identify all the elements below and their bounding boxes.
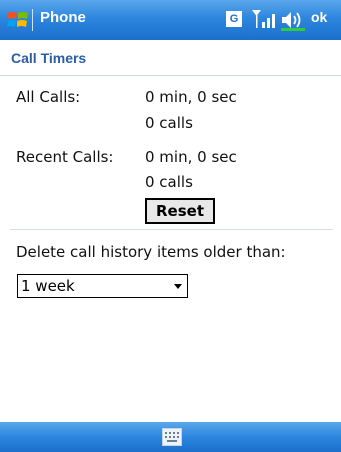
recent-calls-label: Recent Calls: [16,148,114,166]
volume-icon[interactable] [281,9,305,31]
all-calls-count: 0 calls [145,114,193,132]
title-bar: Phone G ok [0,0,341,40]
network-type-badge[interactable]: G [226,11,242,27]
history-age-value: 1 week [21,277,75,295]
chevron-down-icon[interactable] [174,284,182,289]
all-calls-time: 0 min, 0 sec [145,88,237,106]
recent-calls-time: 0 min, 0 sec [145,148,237,166]
divider [10,229,333,230]
reset-button[interactable]: Reset [145,198,215,224]
windows-start-icon[interactable] [6,8,30,32]
all-calls-label: All Calls: [16,88,81,106]
section-header: Call Timers [0,40,341,76]
history-label: Delete call history items older than: [16,243,286,261]
ok-button[interactable]: ok [311,9,327,25]
bottom-menu-bar [0,422,341,452]
title-separator [32,9,33,31]
recent-calls-count: 0 calls [145,173,193,191]
app-title: Phone [40,9,86,26]
keyboard-icon[interactable] [162,428,182,446]
signal-icon[interactable] [251,8,275,30]
section-title: Call Timers [11,50,87,66]
history-age-select[interactable]: 1 week [17,274,188,298]
